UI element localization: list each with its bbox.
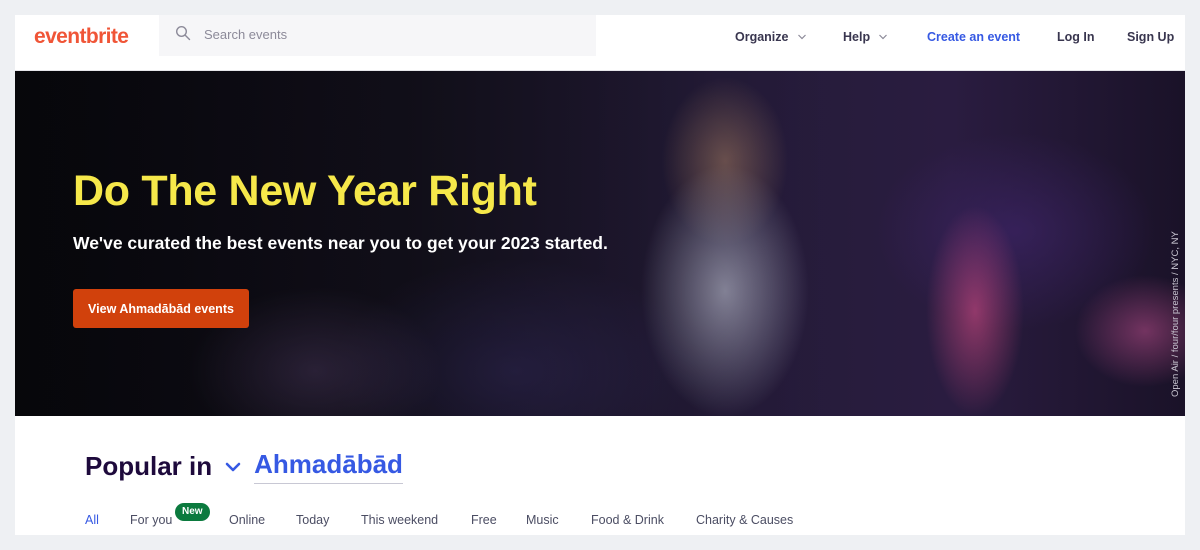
tab-today[interactable]: Today <box>296 513 329 527</box>
location-selector[interactable]: Ahmadābād <box>254 449 403 484</box>
chevron-down-icon <box>797 34 806 40</box>
hero-subtitle: We've curated the best events near you t… <box>73 233 608 253</box>
eventbrite-logo[interactable]: eventbrite <box>34 25 129 49</box>
tab-all[interactable]: All <box>85 513 99 527</box>
nav-help-label: Help <box>843 30 871 44</box>
nav-organize-label: Organize <box>735 30 789 44</box>
page: eventbrite Organize Help Create an event… <box>15 15 1185 535</box>
hero-title: Do The New Year Right <box>73 167 537 215</box>
popular-location-header: Popular in Ahmadābād <box>85 449 403 484</box>
signup-link[interactable]: Sign Up <box>1127 30 1174 44</box>
view-city-events-button[interactable]: View Ahmadābād events <box>73 289 249 328</box>
search-icon <box>175 25 191 41</box>
chevron-down-icon[interactable] <box>224 458 242 476</box>
tab-this-weekend[interactable]: This weekend <box>361 513 438 527</box>
hero-banner: Do The New Year Right We've curated the … <box>15 71 1185 416</box>
nav-organize[interactable]: Organize <box>735 30 807 44</box>
chevron-down-icon <box>879 34 888 40</box>
search-input[interactable] <box>204 23 584 45</box>
popular-in-label: Popular in <box>85 451 213 481</box>
search-bar[interactable] <box>159 15 596 56</box>
tab-free[interactable]: Free <box>471 513 497 527</box>
nav-help[interactable]: Help <box>843 30 888 44</box>
tab-online[interactable]: Online <box>229 513 265 527</box>
login-link[interactable]: Log In <box>1057 30 1095 44</box>
tab-for-you[interactable]: For you <box>130 513 172 527</box>
tab-food-drink[interactable]: Food & Drink <box>591 513 664 527</box>
tab-music[interactable]: Music <box>526 513 559 527</box>
create-event-link[interactable]: Create an event <box>927 30 1020 44</box>
photo-credit: Open Air / four/four presents / NYC, NY <box>1170 231 1181 397</box>
top-navigation: eventbrite Organize Help Create an event… <box>15 15 1185 71</box>
tab-charity-causes[interactable]: Charity & Causes <box>696 513 793 527</box>
new-badge: New <box>175 503 210 521</box>
